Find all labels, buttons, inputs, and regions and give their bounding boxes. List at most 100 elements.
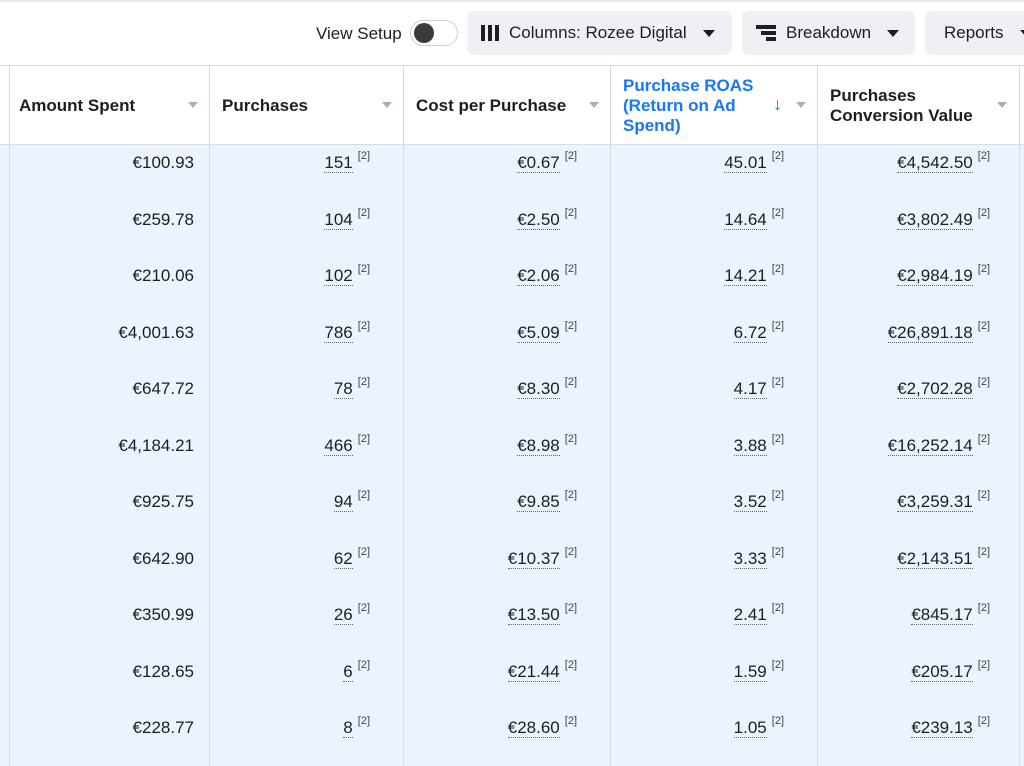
cell-value: 466 xyxy=(324,435,353,456)
columns-button[interactable]: Columns: Rozee Digital xyxy=(467,11,732,55)
table-cell-amount-spent: €4,001.63 xyxy=(118,323,194,343)
sort-menu-icon[interactable] xyxy=(997,102,1007,108)
cell-value: 3.52 xyxy=(733,492,767,512)
cell-value: 14.21 xyxy=(724,266,767,286)
footnote-marker: [2] xyxy=(771,432,784,445)
table-cell-roas[interactable]: 3.88 [2] xyxy=(733,432,784,456)
table-cell-purchases[interactable]: 151 [2] xyxy=(324,150,370,173)
sort-descending-icon[interactable]: ↓ xyxy=(773,94,782,115)
view-setup-toggle[interactable] xyxy=(410,20,458,46)
table-cell-purchases[interactable]: 78 [2] xyxy=(333,376,370,399)
table-cell-conversion-value[interactable]: €239.13 [2] xyxy=(911,715,990,738)
table-cell-purchases[interactable]: 6 [2] xyxy=(343,659,370,682)
table-cell-amount-spent: €642.90 xyxy=(133,549,194,569)
table-cell-cost-per-purchase[interactable]: €9.85 [2] xyxy=(517,489,577,512)
table-cell-roas[interactable]: 1.05 [2] xyxy=(733,715,784,738)
cell-value: €239.13 xyxy=(911,718,973,738)
table-cell-conversion-value[interactable]: €2,143.51 [2] xyxy=(897,546,990,569)
cell-value: €259.78 xyxy=(132,209,194,229)
table-cell-purchases[interactable]: 786 [2] xyxy=(324,320,370,343)
cell-value: 14.64 xyxy=(724,209,767,230)
table-cell-roas[interactable]: 4.17 [2] xyxy=(733,376,784,399)
cell-value: 4.17 xyxy=(733,379,767,399)
table-cell-roas[interactable]: 3.33 [2] xyxy=(733,546,784,569)
table-cell-cost-per-purchase[interactable]: €8.98 [2] xyxy=(517,432,577,456)
table-cell-conversion-value[interactable]: €3,802.49 [2] xyxy=(897,207,990,230)
table-cell-conversion-value[interactable]: €2,984.19 [2] xyxy=(897,263,990,286)
cell-value: €3,259.31 xyxy=(897,492,973,512)
cell-value: €228.77 xyxy=(132,718,194,737)
table-cell-purchases[interactable]: 62 [2] xyxy=(333,546,370,569)
table-cell-conversion-value[interactable]: €4,542.50 [2] xyxy=(897,150,990,173)
table-cell-roas[interactable]: 2.41 [2] xyxy=(733,602,784,625)
cell-value: €205.17 xyxy=(911,661,973,682)
footnote-marker: [2] xyxy=(357,489,370,501)
footnote-marker: [2] xyxy=(564,432,577,445)
footnote-marker: [2] xyxy=(771,150,784,162)
table-cell-purchases[interactable]: 94 [2] xyxy=(333,489,370,512)
footnote-marker: [2] xyxy=(977,263,990,275)
table-cell-conversion-value[interactable]: €26,891.18 [2] xyxy=(887,320,990,343)
breakdown-button[interactable]: Breakdown xyxy=(742,11,915,55)
table-cell-conversion-value[interactable]: €845.17 [2] xyxy=(911,602,990,625)
table-cell-purchases[interactable]: 102 [2] xyxy=(324,263,370,286)
table-cell-cost-per-purchase[interactable]: €0.67 [2] xyxy=(517,150,577,173)
table-cell-purchases[interactable]: 466 [2] xyxy=(324,433,370,456)
table-cell-cost-per-purchase[interactable]: €8.30 [2] xyxy=(517,376,577,399)
header-purchases[interactable]: Purchases xyxy=(212,66,377,145)
cell-value: €2.50 xyxy=(517,209,560,230)
cell-value: 6 xyxy=(343,661,353,682)
cell-value: 1.05 xyxy=(733,718,767,738)
footnote-marker: [2] xyxy=(564,545,577,558)
table-cell-cost-per-purchase[interactable]: €13.50 [2] xyxy=(507,602,577,625)
footnote-marker: [2] xyxy=(771,319,784,332)
table-cell-amount-spent: €210.06 xyxy=(133,266,194,286)
table-cell-cost-per-purchase[interactable]: €28.60 [2] xyxy=(507,715,577,738)
footnote-marker: [2] xyxy=(564,658,577,671)
table-cell-roas[interactable]: 14.64 [2] xyxy=(724,207,784,230)
table-cell-cost-per-purchase[interactable]: €5.09 [2] xyxy=(517,320,577,343)
table-cell-amount-spent: €4,184.21 xyxy=(118,436,194,456)
table-cell-purchases[interactable]: 8 [2] xyxy=(343,715,370,738)
cell-value: €128.65 xyxy=(132,661,194,681)
table-cell-cost-per-purchase[interactable]: €2.06 [2] xyxy=(517,263,577,286)
table-cell-roas[interactable]: 14.21 [2] xyxy=(724,263,784,286)
cell-value: 2.41 xyxy=(733,605,767,625)
footnote-marker: [2] xyxy=(357,376,370,388)
table-cell-cost-per-purchase[interactable]: €21.44 [2] xyxy=(507,658,577,682)
table-cell-conversion-value[interactable]: €205.17 [2] xyxy=(911,659,990,682)
sort-menu-icon[interactable] xyxy=(188,102,198,108)
header-conversion-value[interactable]: Purchases Conversion Value xyxy=(820,66,990,145)
footnote-marker: [2] xyxy=(771,658,784,671)
cell-value: €4,184.21 xyxy=(118,435,194,455)
table-cell-cost-per-purchase[interactable]: €2.50 [2] xyxy=(517,207,577,230)
sort-menu-icon[interactable] xyxy=(796,102,806,108)
reports-button[interactable]: Reports xyxy=(925,11,1024,55)
cell-value: €8.30 xyxy=(517,379,560,399)
footnote-marker: [2] xyxy=(357,602,370,614)
table-cell-roas[interactable]: 1.59 [2] xyxy=(733,658,784,682)
table-cell-amount-spent: €925.75 xyxy=(133,492,194,512)
columns-icon xyxy=(481,25,499,41)
sort-menu-icon[interactable] xyxy=(589,102,599,108)
header-amount-spent[interactable]: Amount Spent xyxy=(9,66,184,145)
header-purchase-roas[interactable]: Purchase ROAS (Return on Ad Spend) xyxy=(613,66,763,145)
cell-value: 94 xyxy=(333,492,353,512)
cell-value: €2.06 xyxy=(517,266,560,286)
table-cell-roas[interactable]: 45.01 [2] xyxy=(724,150,784,173)
table-cell-conversion-value[interactable]: €3,259.31 [2] xyxy=(897,489,990,512)
table-cell-roas[interactable]: 6.72 [2] xyxy=(733,319,784,343)
table-cell-cost-per-purchase[interactable]: €10.37 [2] xyxy=(507,545,577,569)
cell-value: 3.33 xyxy=(733,548,767,569)
table-cell-purchases[interactable]: 104 [2] xyxy=(324,207,370,230)
table-cell-conversion-value[interactable]: €2,702.28 [2] xyxy=(897,376,990,399)
table-cell-roas[interactable]: 3.52 [2] xyxy=(733,489,784,512)
table-cell-purchases[interactable]: 26 [2] xyxy=(333,602,370,625)
sort-menu-icon[interactable] xyxy=(382,102,392,108)
cell-value: €9.85 xyxy=(517,492,560,512)
footnote-marker: [2] xyxy=(357,715,370,727)
table-cell-conversion-value[interactable]: €16,252.14 [2] xyxy=(887,433,990,456)
cell-value: 6.72 xyxy=(733,322,767,343)
header-cost-per-purchase[interactable]: Cost per Purchase xyxy=(406,66,586,145)
breakdown-icon xyxy=(756,25,776,41)
